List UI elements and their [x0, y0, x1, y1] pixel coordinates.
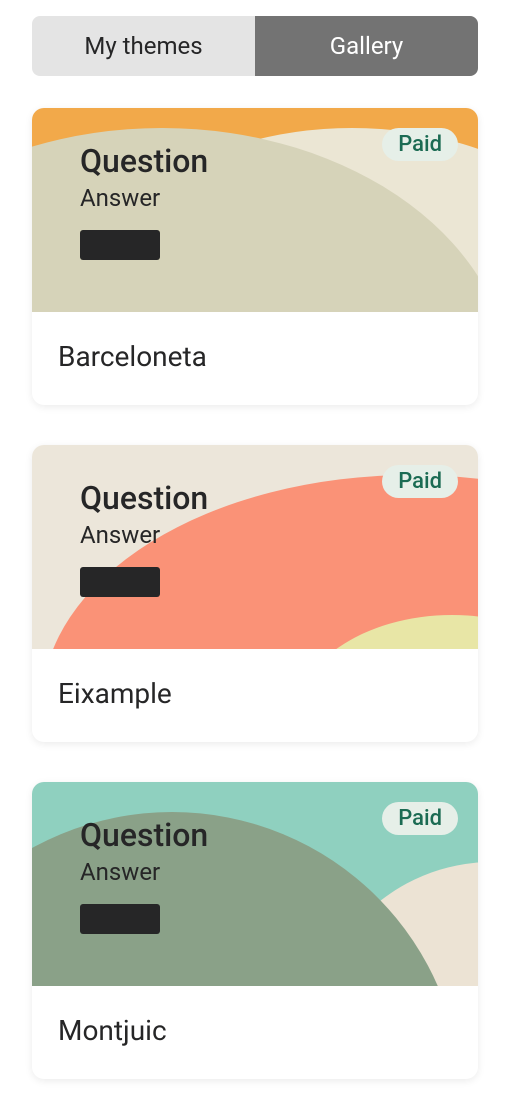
theme-card-eixample[interactable]: Paid Question Answer Eixample — [32, 445, 478, 742]
theme-card-barceloneta[interactable]: Paid Question Answer Barceloneta — [32, 108, 478, 405]
preview-answer-label: Answer — [80, 858, 430, 886]
theme-card-montjuic[interactable]: Paid Question Answer Montjuic — [32, 782, 478, 1079]
preview-answer-label: Answer — [80, 184, 430, 212]
theme-preview: Paid Question Answer — [32, 782, 478, 986]
paid-badge: Paid — [382, 128, 458, 161]
preview-answer-label: Answer — [80, 521, 430, 549]
theme-name: Barceloneta — [32, 312, 478, 405]
theme-preview: Paid Question Answer — [32, 108, 478, 312]
preview-button-placeholder — [80, 567, 160, 597]
paid-badge: Paid — [382, 465, 458, 498]
tab-my-themes[interactable]: My themes — [32, 16, 255, 76]
preview-question-label: Question — [80, 479, 430, 517]
theme-name: Eixample — [32, 649, 478, 742]
preview-question-label: Question — [80, 816, 430, 854]
preview-question-label: Question — [80, 142, 430, 180]
theme-cards: Paid Question Answer Barceloneta Paid Qu… — [0, 108, 510, 1079]
preview-button-placeholder — [80, 904, 160, 934]
tabs: My themes Gallery — [32, 16, 478, 76]
paid-badge: Paid — [382, 802, 458, 835]
theme-preview: Paid Question Answer — [32, 445, 478, 649]
theme-name: Montjuic — [32, 986, 478, 1079]
preview-button-placeholder — [80, 230, 160, 260]
tab-gallery[interactable]: Gallery — [255, 16, 478, 76]
